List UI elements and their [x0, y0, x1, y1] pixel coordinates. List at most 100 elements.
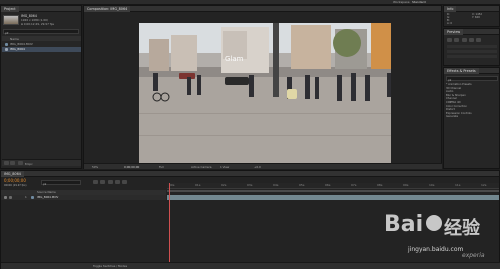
layer-row[interactable]: 1 IMG_8064.MOV — [1, 195, 166, 200]
info-y: Y: 600 — [472, 16, 480, 19]
search-placeholder: ρ▾ — [5, 31, 9, 35]
shy-icon[interactable] — [100, 180, 106, 184]
first-frame-icon[interactable] — [447, 38, 452, 42]
effects-list: * Animation Presets 3D Channel Audio Blu… — [446, 83, 498, 119]
svg-text:Glam: Glam — [225, 55, 244, 63]
ruler-tick: 10s — [429, 183, 435, 187]
timeline-frame-info: 00000 (29.97 fps) — [4, 184, 27, 187]
tab-preview[interactable]: Preview — [444, 29, 464, 35]
layer-index: 1 — [25, 195, 27, 199]
ruler-tick: 11s — [455, 183, 461, 187]
visibility-icon[interactable] — [4, 196, 7, 199]
project-footer: 8 bpc — [2, 159, 81, 166]
footage-icon — [31, 196, 34, 199]
project-column-header: Name — [2, 36, 81, 41]
audio-icon[interactable] — [9, 196, 12, 199]
info-a: A: 0 — [447, 22, 453, 25]
column-name[interactable]: Name — [2, 37, 19, 41]
selected-item-duration: Δ 0;00;12;29, 29.97 fps — [21, 22, 54, 26]
tab-project[interactable]: Project — [1, 6, 19, 12]
tab-timeline[interactable]: IMG_8064 — [1, 171, 24, 177]
timeline-footer: Toggle Switches / Modes — [1, 262, 500, 269]
graph-editor-icon[interactable] — [122, 180, 128, 184]
ruler-tick: 07s — [351, 183, 357, 187]
ruler-tick: 04s — [273, 183, 279, 187]
play-icon[interactable] — [461, 38, 467, 42]
timeline-switches — [93, 180, 128, 185]
project-item-row-selected[interactable]: IMG_8064 — [2, 47, 81, 52]
workspace-select[interactable]: Standard — [412, 0, 426, 4]
timeline-search-input[interactable]: ρ▾ — [41, 180, 81, 186]
new-folder-button[interactable] — [10, 161, 16, 165]
composition-frame[interactable]: Glam — [139, 23, 391, 165]
timeline-tabbar: IMG_8064 — [1, 171, 499, 177]
preview-tabbar: Preview — [444, 29, 499, 35]
watermark-brand-suffix: 经验 — [444, 218, 480, 239]
layer-header-name[interactable]: Source Name — [37, 190, 56, 194]
zoom-select[interactable]: 50% — [92, 165, 98, 169]
playhead[interactable] — [169, 183, 170, 269]
project-panel: Project IMG_8064 1920 x 1080 (1.00) Δ 0;… — [0, 5, 82, 169]
ruler-tick: 01s — [195, 183, 201, 187]
bpc-label[interactable]: 8 bpc — [25, 162, 33, 166]
motion-blur-icon[interactable] — [114, 180, 120, 184]
watermark-brand: Bai — [384, 212, 424, 237]
effects-tabbar: Effects & Presets — [444, 68, 499, 74]
project-item-name: IMG_8064.MOV — [10, 42, 33, 46]
effects-item[interactable]: Generate — [446, 115, 498, 119]
watermark-url: jingyan.baidu.com — [408, 246, 464, 253]
baidu-watermark: Bai 经验 — [384, 212, 496, 246]
effects-panel: Effects & Presets ρ▾ * Animation Presets… — [443, 67, 500, 169]
workspace-label: Workspace: — [393, 0, 411, 4]
viewer-timecode[interactable]: 0;00;00;00 — [124, 165, 139, 169]
preview-controls — [447, 38, 482, 43]
paw-icon — [426, 215, 442, 231]
preview-option-row[interactable] — [447, 55, 497, 58]
project-item-name: IMG_8064 — [10, 47, 25, 51]
toggle-switches-modes[interactable]: Toggle Switches / Modes — [93, 264, 127, 268]
preview-option-row[interactable] — [447, 50, 497, 53]
preview-option-row[interactable] — [447, 45, 497, 48]
timeline-search-placeholder: ρ▾ — [43, 182, 47, 186]
watermark-corner: experia — [462, 252, 485, 259]
tab-composition[interactable]: Composition: IMG_8064 — [84, 6, 131, 12]
work-area-bar[interactable] — [167, 190, 499, 192]
layer-duration-bar[interactable] — [167, 195, 499, 200]
effects-search-input[interactable]: ρ▾ — [446, 76, 498, 82]
viewer-toolbar: 50% 0;00;00;00 Full Active Camera 1 View… — [84, 163, 442, 169]
footage-icon — [5, 43, 8, 46]
frame-blending-icon[interactable] — [107, 180, 113, 184]
resolution-select[interactable]: Full — [159, 165, 164, 169]
ruler-tick: 06s — [325, 183, 331, 187]
draft-3d-icon[interactable] — [93, 180, 98, 184]
previous-frame-icon[interactable] — [454, 38, 460, 42]
preview-panel: Preview — [443, 28, 500, 66]
exposure-value[interactable]: +0.0 — [254, 165, 261, 169]
preview-options — [447, 45, 497, 63]
ruler-tick: 09s — [403, 183, 409, 187]
last-frame-icon[interactable] — [476, 38, 482, 42]
ruler-tick: 02s — [221, 183, 227, 187]
next-frame-icon[interactable] — [468, 38, 474, 42]
composition-tabbar: Composition: IMG_8064 — [84, 6, 441, 12]
ruler-tick: 03s — [247, 183, 253, 187]
camera-select[interactable]: Active Camera — [191, 165, 212, 169]
timeline-timecode[interactable]: 0;00;00;00 — [4, 179, 26, 183]
project-search-input[interactable]: ρ▾ — [3, 29, 79, 35]
info-tabbar: Info — [444, 6, 499, 12]
project-tabbar: Project — [1, 6, 81, 12]
interpret-footage-button[interactable] — [4, 161, 9, 165]
layer-name: IMG_8064.MOV — [37, 195, 59, 199]
item-thumbnail — [3, 15, 19, 25]
time-ruler[interactable]: 00s 01s 02s 03s 04s 05s 06s 07s 08s 09s … — [167, 183, 499, 189]
ruler-tick: 05s — [299, 183, 305, 187]
tab-effects[interactable]: Effects & Presets — [444, 68, 479, 74]
ruler-tick: 12s — [481, 183, 487, 187]
info-panel: Info R: G: B: A: 0 X: 1452 Y: 600 — [443, 5, 500, 27]
new-composition-button[interactable] — [17, 161, 23, 165]
street-scene-image: Glam — [139, 23, 391, 165]
ruler-tick: 08s — [377, 183, 383, 187]
view-layout-select[interactable]: 1 View — [220, 165, 229, 169]
effects-search-placeholder: ρ▾ — [448, 78, 452, 82]
tab-info[interactable]: Info — [444, 6, 457, 12]
